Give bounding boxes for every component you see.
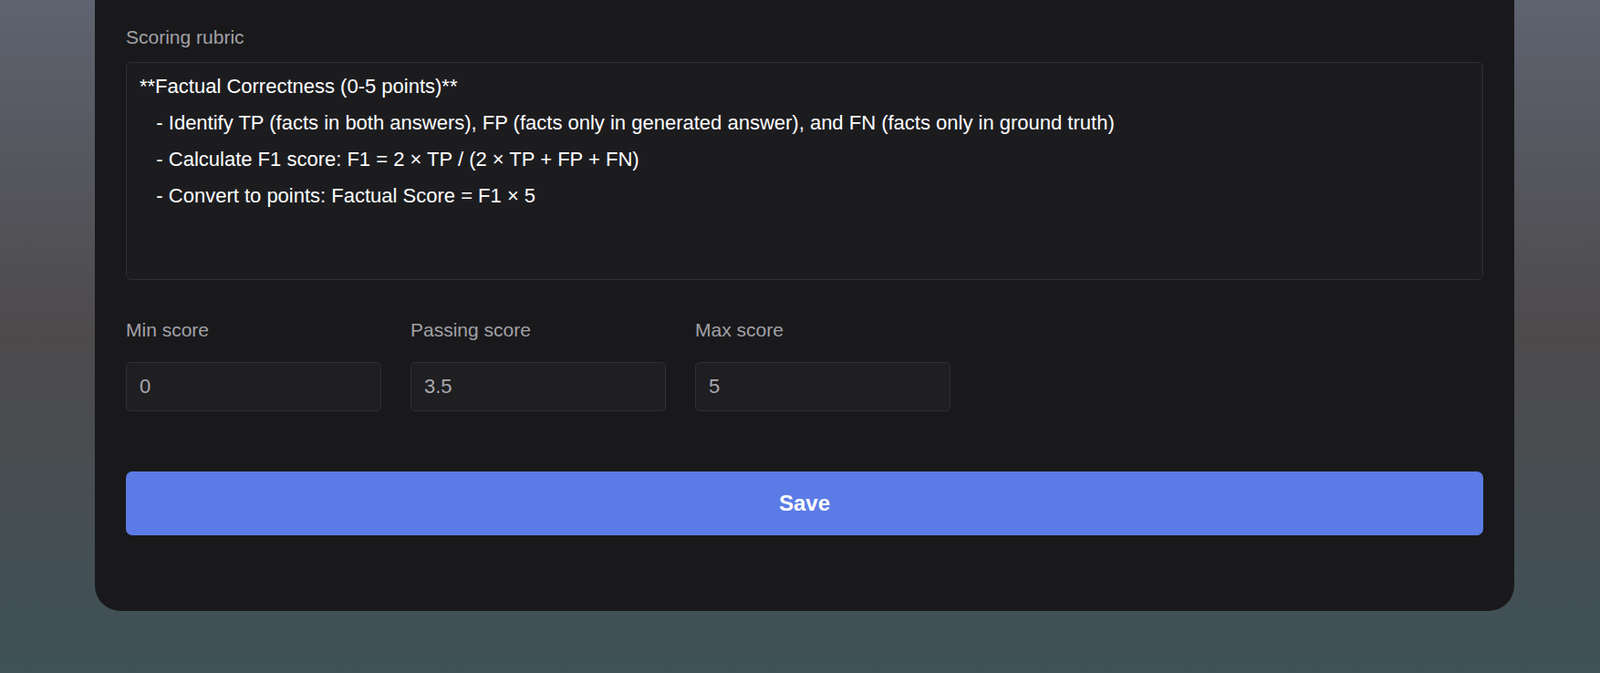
score-input[interactable]: [410, 362, 666, 412]
field-label: Min score: [125, 316, 382, 344]
save-button[interactable]: Save: [125, 471, 1484, 536]
score-field: Passing score: [410, 316, 666, 412]
rubric-label: Scoring rubric: [125, 23, 1484, 52]
settings-card: Scoring rubric **Factual Correctness (0-…: [94, 0, 1515, 612]
rubric-textarea[interactable]: **Factual Correctness (0-5 points)** - I…: [125, 62, 1484, 281]
score-field: Max score: [695, 316, 951, 412]
score-input[interactable]: [695, 362, 951, 412]
background-photo: Scoring rubric **Factual Correctness (0-…: [0, 0, 1600, 673]
score-fields: Min score Passing score Max score: [125, 316, 1484, 412]
field-label: Passing score: [410, 316, 666, 344]
score-field: Min score: [125, 316, 382, 412]
field-label: Max score: [695, 316, 951, 344]
score-input[interactable]: [125, 362, 382, 412]
